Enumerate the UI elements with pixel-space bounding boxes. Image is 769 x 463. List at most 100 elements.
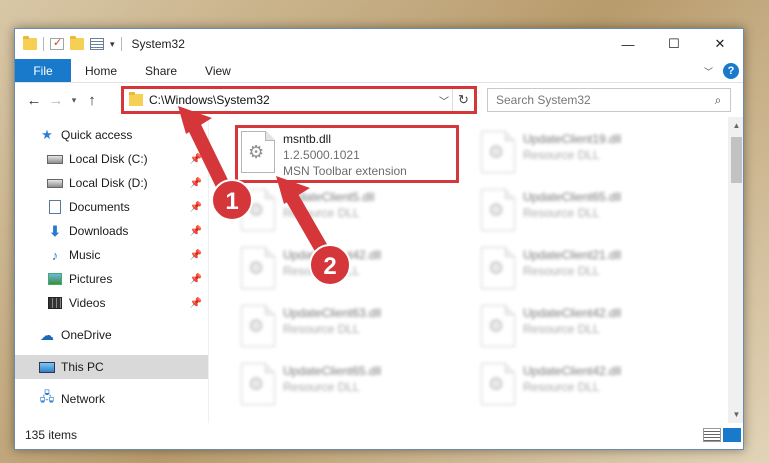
tab-view[interactable]: View (191, 59, 245, 82)
search-icon[interactable]: ⌕ (706, 93, 730, 108)
pin-icon[interactable]: 📌 (190, 154, 202, 165)
pin-icon[interactable]: 📌 (190, 298, 202, 309)
sidebar-item-downloads[interactable]: ⬇ Downloads 📌 (15, 219, 208, 243)
dll-file-icon (481, 247, 515, 289)
toolbar-divider (43, 37, 44, 51)
sidebar-item-network[interactable]: 🖧 Network (15, 387, 208, 411)
sidebar-item-label: Pictures (69, 272, 113, 286)
large-icons-view-button[interactable] (723, 428, 741, 442)
sidebar-item-videos[interactable]: Videos 📌 (15, 291, 208, 315)
cloud-icon: ☁ (40, 326, 54, 343)
sidebar-item-documents[interactable]: Documents 📌 (15, 195, 208, 219)
file-item[interactable]: UpdateClient42.dll Resource DLL (477, 359, 699, 411)
chevron-down-icon[interactable]: ▾ (110, 39, 115, 50)
tab-file[interactable]: File (15, 59, 71, 82)
dll-file-icon (481, 189, 515, 231)
sidebar-item-label: Documents (69, 200, 130, 214)
explorer-body: ★ Quick access Local Disk (C:) 📌 Local D… (15, 117, 743, 423)
file-item[interactable]: UpdateClient65.dll Resource DLL (477, 185, 699, 237)
drive-icon (47, 154, 63, 164)
sidebar-item-label: Quick access (61, 128, 133, 142)
recent-locations-button[interactable]: ▾ (67, 89, 81, 111)
sidebar-item-this-pc[interactable]: This PC (15, 355, 208, 379)
properties-check-icon[interactable] (50, 36, 64, 50)
new-folder-icon[interactable] (70, 36, 84, 50)
file-description: Resource DLL (523, 322, 600, 336)
scrollbar-thumb[interactable] (731, 137, 742, 183)
pin-icon[interactable]: 📌 (190, 178, 202, 189)
search-placeholder: Search System32 (496, 93, 591, 107)
pin-icon[interactable]: 📌 (190, 202, 202, 213)
file-item[interactable]: UpdateClient42.dll Resource DLL (237, 243, 459, 295)
sidebar-item-pictures[interactable]: Pictures 📌 (15, 267, 208, 291)
document-icon (49, 200, 61, 214)
title-bar: ▾ System32 — ☐ ✕ (15, 29, 743, 59)
file-description: Resource DLL (523, 264, 600, 278)
address-bar-highlight (121, 86, 477, 114)
forward-button[interactable]: → (45, 89, 67, 111)
window-controls: — ☐ ✕ (605, 29, 743, 59)
window-title: System32 (131, 37, 185, 51)
file-description: Resource DLL (523, 380, 600, 394)
sidebar-item-label: Videos (69, 296, 106, 310)
sidebar-item-music[interactable]: ♪ Music 📌 (15, 243, 208, 267)
minimize-button[interactable]: — (605, 29, 651, 59)
computer-icon (39, 361, 55, 373)
file-highlight (235, 125, 459, 183)
close-button[interactable]: ✕ (697, 29, 743, 59)
file-name: UpdateClient42.dll (523, 364, 622, 378)
sidebar-item-quick-access[interactable]: ★ Quick access (15, 123, 208, 147)
sidebar-item-label: Network (61, 392, 106, 406)
file-item[interactable]: UpdateClient21.dll Resource DLL (477, 243, 699, 295)
file-item[interactable]: UpdateClient65.dll Resource DLL (237, 359, 459, 411)
pin-icon[interactable]: 📌 (190, 226, 202, 237)
dll-file-icon (481, 305, 515, 347)
sidebar-item-onedrive[interactable]: ☁ OneDrive (15, 323, 208, 347)
file-item[interactable]: UpdateClient63.dll Resource DLL (237, 301, 459, 353)
sidebar-item-local-disk-c[interactable]: Local Disk (C:) 📌 (15, 147, 208, 171)
tab-home[interactable]: Home (71, 59, 131, 82)
sidebar-item-local-disk-d[interactable]: Local Disk (D:) 📌 (15, 171, 208, 195)
scroll-up-arrow-icon[interactable]: ▲ (728, 117, 743, 134)
folder-icon (23, 36, 37, 50)
file-name: UpdateClient63.dll (283, 306, 382, 320)
navigation-bar: ← → ▾ ↑ C:\Windows\System32 ﹀ ↻ Search S… (15, 83, 743, 117)
sidebar-item-label: Music (69, 248, 101, 262)
dll-file-icon (241, 189, 275, 231)
file-description: Resource DLL (283, 264, 360, 278)
help-icon[interactable]: ? (723, 63, 739, 79)
ribbon-tabs: File Home Share View ﹀ ? (15, 59, 743, 83)
tab-share[interactable]: Share (131, 59, 191, 82)
file-item[interactable]: UpdateClient5.dll Resource DLL (237, 185, 459, 237)
file-item[interactable]: UpdateClient42.dll Resource DLL (477, 301, 699, 353)
file-name: UpdateClient19.dll (523, 132, 622, 146)
film-strip-icon (48, 297, 62, 309)
file-description: Resource DLL (283, 206, 360, 220)
network-icon: 🖧 (39, 389, 55, 404)
toolbar-divider (120, 37, 122, 51)
view-properties-icon[interactable] (90, 38, 104, 50)
back-button[interactable]: ← (23, 89, 45, 111)
vertical-scrollbar[interactable]: ▲ ▼ (728, 117, 743, 423)
dll-file-icon (241, 363, 275, 405)
file-name: UpdateClient65.dll (523, 190, 622, 204)
picture-icon (48, 273, 62, 285)
expand-ribbon-icon[interactable]: ﹀ (704, 65, 713, 78)
music-note-icon: ♪ (51, 247, 59, 263)
quick-access-toolbar: ▾ (23, 36, 122, 51)
file-name: UpdateClient65.dll (283, 364, 382, 378)
file-name: UpdateClient21.dll (523, 248, 622, 262)
file-explorer-window: ▾ System32 — ☐ ✕ File Home Share View ﹀ … (14, 28, 744, 450)
dll-file-icon (241, 305, 275, 347)
sidebar-item-label: Downloads (69, 224, 129, 238)
file-item[interactable]: UpdateClient19.dll Resource DLL (477, 127, 699, 179)
file-list: msntb.dll 1.2.5000.1021 MSN Toolbar exte… (209, 117, 743, 423)
search-input[interactable]: Search System32 ⌕ (487, 88, 731, 112)
up-button[interactable]: ↑ (81, 89, 103, 111)
details-view-button[interactable] (703, 428, 721, 442)
maximize-button[interactable]: ☐ (651, 29, 697, 59)
pin-icon[interactable]: 📌 (190, 250, 202, 261)
file-name: UpdateClient42.dll (283, 248, 382, 262)
dll-file-icon (241, 247, 275, 289)
pin-icon[interactable]: 📌 (190, 274, 202, 285)
